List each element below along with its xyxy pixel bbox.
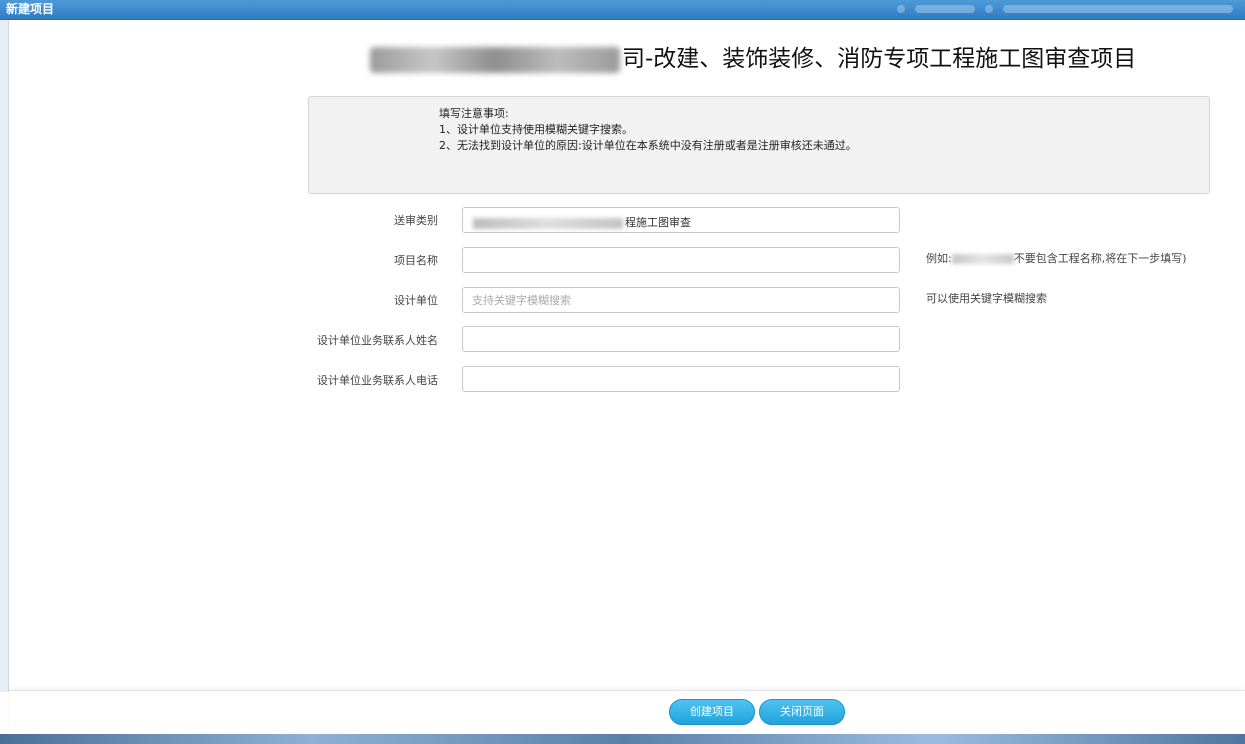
project-name-hint-prefix: 例如:: [926, 252, 952, 265]
review-type-value: 程施工图审查: [473, 214, 691, 230]
contact-phone-input[interactable]: [463, 367, 899, 391]
notice-item-2: 2、无法找到设计单位的原因:设计单位在本系统中没有注册或者是注册审核还未通过。: [439, 139, 857, 152]
review-type-value-text: 程施工图审查: [625, 216, 691, 229]
contact-phone-label: 设计单位业务联系人电话: [317, 374, 438, 387]
project-name-hint: 例如: 不要包含工程名称,将在下一步填写): [926, 250, 1187, 266]
contact-phone-field[interactable]: [462, 366, 900, 392]
redacted-review-type: [473, 217, 623, 229]
footer-bar: 创建项目 关闭页面: [9, 690, 1245, 735]
design-unit-field[interactable]: [462, 287, 900, 313]
notice-text: 填写注意事项: 1、设计单位支持使用模糊关键字搜索。 2、无法找到设计单位的原因…: [439, 106, 857, 154]
left-edge-panel: [0, 20, 9, 692]
page-title: 司-改建、装饰装修、消防专项工程施工图审查项目: [370, 42, 1136, 76]
page-title-text: 司-改建、装饰装修、消防专项工程施工图审查项目: [622, 46, 1137, 72]
window-title: 新建项目: [6, 2, 55, 16]
review-type-field[interactable]: 程施工图审查: [462, 207, 900, 233]
new-project-window: 新建项目 司-改建、装饰装修、消防专项工程施工图审查项目 填写注意事项: 1、设…: [0, 0, 1245, 744]
create-project-button[interactable]: 创建项目: [669, 699, 755, 725]
design-unit-input[interactable]: [463, 288, 899, 312]
close-page-button[interactable]: 关闭页面: [759, 699, 845, 725]
contact-name-label: 设计单位业务联系人姓名: [317, 334, 438, 347]
redacted-company-name: [370, 46, 620, 73]
titlebar-faded-links: [897, 3, 1237, 15]
contact-name-input[interactable]: [463, 327, 899, 351]
project-name-hint-suffix: 不要包含工程名称,将在下一步填写): [1013, 252, 1187, 265]
design-unit-label: 设计单位: [394, 294, 438, 307]
desktop-background-strip: [0, 734, 1245, 744]
review-type-label: 送审类别: [394, 214, 438, 227]
design-unit-hint: 可以使用关键字模糊搜索: [926, 292, 1047, 305]
notice-title: 填写注意事项:: [439, 107, 509, 120]
contact-name-field[interactable]: [462, 326, 900, 352]
window-titlebar: 新建项目: [0, 0, 1245, 20]
redacted-example: [951, 254, 1014, 264]
project-name-field[interactable]: [462, 247, 900, 273]
notice-box: 填写注意事项: 1、设计单位支持使用模糊关键字搜索。 2、无法找到设计单位的原因…: [308, 96, 1210, 194]
notice-item-1: 1、设计单位支持使用模糊关键字搜索。: [439, 123, 633, 136]
project-name-input[interactable]: [463, 248, 899, 272]
project-name-label: 项目名称: [394, 254, 438, 267]
